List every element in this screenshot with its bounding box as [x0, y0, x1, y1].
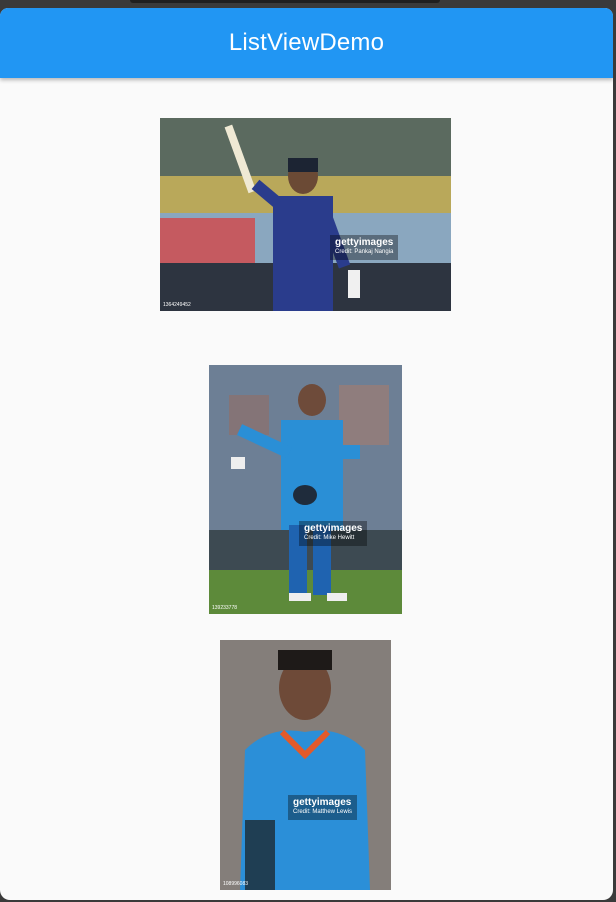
- player-image: gettyimages Credit: Pankaj Nangia 136424…: [160, 118, 451, 311]
- player-image: gettyimages Credit: Matthew Lewis 108996…: [220, 640, 391, 890]
- watermark: gettyimages Credit: Pankaj Nangia: [330, 235, 399, 260]
- image-id: 139233778: [212, 605, 238, 611]
- watermark: gettyimages Credit: Matthew Lewis: [288, 795, 358, 820]
- watermark: gettyimages Credit: Mike Hewitt: [299, 521, 368, 546]
- window-top-handle: [130, 0, 440, 3]
- image-id: 108996083: [223, 881, 249, 887]
- app-title: ListViewDemo: [228, 29, 385, 56]
- app-window: ListViewDemo gettyimages Credit: Pankaj …: [0, 8, 613, 900]
- app-bar: ListViewDemo: [0, 8, 613, 78]
- player-image: gettyimages Credit: Mike Hewitt 13923377…: [209, 365, 402, 614]
- image-id: 1364249452: [163, 302, 191, 308]
